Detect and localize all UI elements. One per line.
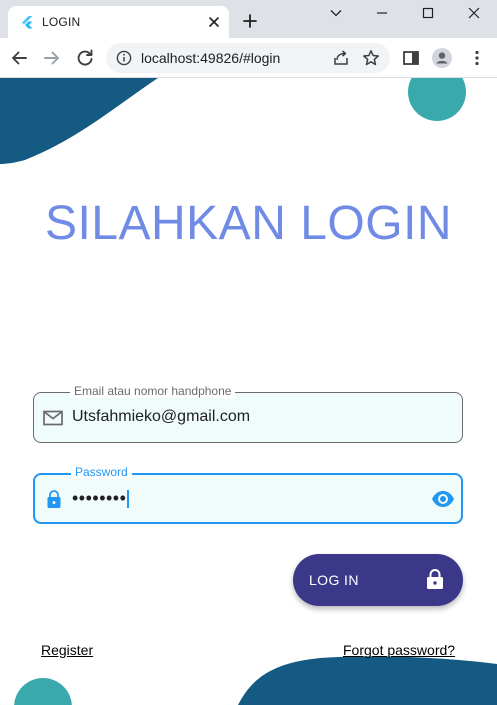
eye-icon[interactable] bbox=[431, 489, 455, 509]
minimize-button[interactable] bbox=[359, 0, 405, 28]
password-masked-value: •••••••• bbox=[72, 488, 127, 508]
password-input[interactable]: •••••••• bbox=[72, 488, 130, 509]
tab-login[interactable]: LOGIN bbox=[8, 6, 229, 38]
mail-icon bbox=[43, 410, 63, 426]
chevron-down-icon bbox=[330, 10, 342, 17]
top-right-circle bbox=[408, 78, 466, 121]
tab-search-button[interactable] bbox=[313, 0, 359, 28]
plus-icon[interactable] bbox=[241, 12, 259, 30]
forward-arrow-icon[interactable] bbox=[42, 48, 62, 68]
reload-icon[interactable] bbox=[75, 48, 95, 68]
tab-strip: LOGIN bbox=[0, 0, 497, 38]
flutter-favicon bbox=[22, 16, 33, 29]
back-arrow-icon[interactable] bbox=[9, 48, 29, 68]
minimize-icon bbox=[377, 12, 387, 14]
login-button-label: LOG IN bbox=[309, 572, 359, 588]
lock-icon bbox=[427, 569, 443, 589]
maximize-icon bbox=[422, 7, 434, 19]
register-link[interactable]: Register bbox=[41, 642, 93, 658]
share-icon[interactable] bbox=[332, 49, 350, 67]
email-input[interactable]: Utsfahmieko@gmail.com bbox=[72, 408, 250, 426]
more-vert-icon[interactable] bbox=[467, 48, 487, 68]
window-close-icon bbox=[468, 7, 480, 19]
page-title: SILAHKAN LOGIN bbox=[44, 197, 453, 250]
forgot-password-link[interactable]: Forgot password? bbox=[343, 642, 455, 658]
text-caret bbox=[127, 490, 130, 509]
tab-title: LOGIN bbox=[42, 15, 81, 29]
close-icon[interactable] bbox=[206, 14, 222, 30]
bottom-left-circle bbox=[14, 678, 72, 705]
login-page: SILAHKAN LOGIN Email atau nomor handphon… bbox=[0, 78, 497, 705]
info-icon[interactable] bbox=[116, 50, 132, 66]
password-field-label: Password bbox=[71, 465, 132, 479]
sidebar-icon[interactable] bbox=[401, 48, 421, 68]
url-text[interactable]: localhost:49826/#login bbox=[141, 50, 280, 66]
email-field[interactable]: Email atau nomor handphone Utsfahmieko@g… bbox=[33, 384, 463, 443]
password-field[interactable]: Password •••••••• bbox=[33, 465, 463, 524]
star-icon[interactable] bbox=[362, 49, 380, 67]
window-close-button[interactable] bbox=[451, 0, 497, 28]
maximize-button[interactable] bbox=[405, 0, 451, 28]
login-button[interactable]: LOG IN bbox=[293, 554, 463, 606]
bottom-right-wave bbox=[238, 656, 497, 705]
lock-icon bbox=[47, 490, 61, 508]
profile-icon[interactable] bbox=[432, 48, 452, 68]
address-bar[interactable]: localhost:49826/#login bbox=[106, 43, 390, 73]
email-field-label: Email atau nomor handphone bbox=[70, 384, 236, 398]
top-left-wave bbox=[0, 78, 158, 164]
browser-toolbar: localhost:49826/#login bbox=[0, 38, 497, 78]
